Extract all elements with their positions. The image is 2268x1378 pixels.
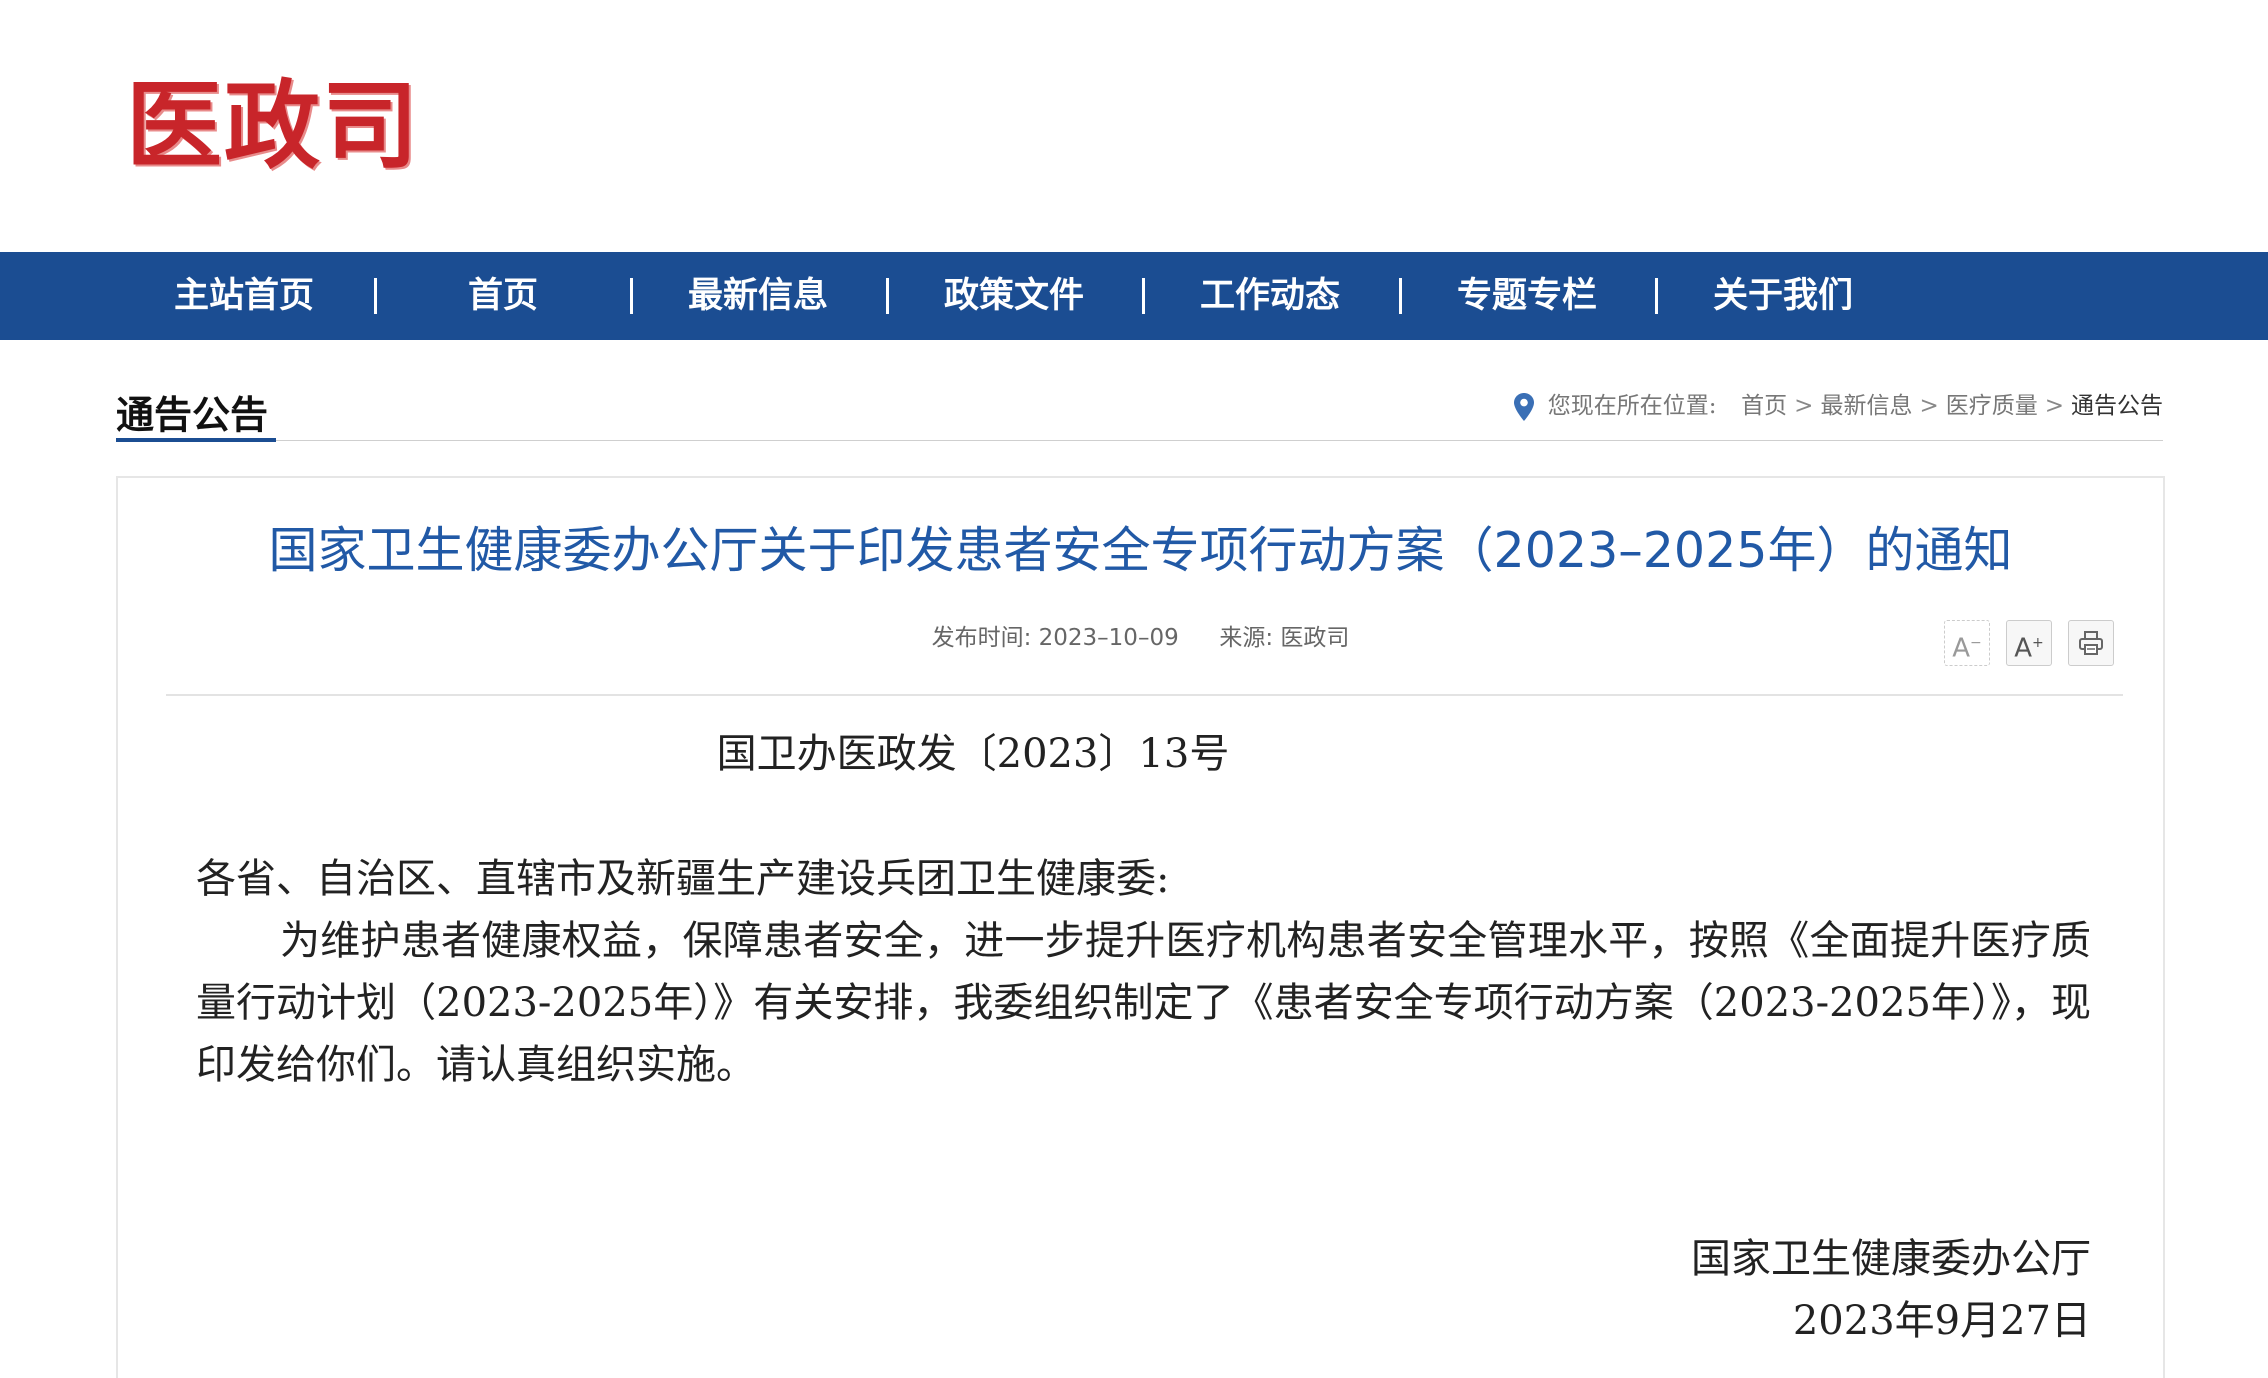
signature-block: 国家卫生健康委办公厅 2023年9月27日 (1691, 1228, 2091, 1352)
breadcrumb-separator: > (1919, 393, 1939, 419)
font-smaller-button[interactable]: A− (1944, 620, 1990, 666)
article-container: 国家卫生健康委办公厅关于印发患者安全专项行动方案（2023–2025年）的通知 … (116, 476, 2165, 1378)
section-title-underline (116, 438, 276, 442)
nav-item-latest-news[interactable]: 最新信息 (630, 252, 886, 340)
breadcrumb-latest-news[interactable]: 最新信息 (1820, 393, 1912, 419)
breadcrumb: 您现在所在位置: 首页 > 最新信息 > 医疗质量 > 通告公告 (1513, 386, 2163, 426)
article-body: 各省、自治区、直辖市及新疆生产建设兵团卫生健康委: 为维护患者健康权益，保障患者… (196, 848, 2091, 1096)
publish-label: 发布时间: (931, 625, 1032, 651)
body-paragraph: 为维护患者健康权益，保障患者安全，进一步提升医疗机构患者安全管理水平，按照《全面… (196, 918, 2091, 1088)
document-number: 国卫办医政发〔2023〕13号 (716, 731, 1230, 777)
breadcrumb-separator: > (2044, 393, 2064, 419)
section-title: 通告公告 (116, 393, 269, 437)
nav-item-main-site-home[interactable]: 主站首页 (116, 252, 372, 340)
breadcrumb-separator: > (1794, 393, 1814, 419)
breadcrumb-medical-quality[interactable]: 医疗质量 (1946, 393, 2038, 419)
font-larger-label: A (2014, 633, 2033, 664)
publish-date: 2023–10–09 (1038, 625, 1179, 651)
breadcrumb-prefix: 您现在所在位置: (1547, 393, 1717, 419)
minus-icon: − (1970, 635, 1982, 651)
font-smaller-label: A (1952, 633, 1971, 664)
breadcrumb-announcements[interactable]: 通告公告 (2071, 393, 2163, 419)
nav-item-special-topics[interactable]: 专题专栏 (1399, 252, 1655, 340)
salutation: 各省、自治区、直辖市及新疆生产建设兵团卫生健康委: (196, 856, 1170, 902)
printer-icon (2079, 631, 2103, 655)
article-meta: 发布时间: 2023–10–09 来源: 医政司 (118, 620, 2163, 656)
nav-item-home[interactable]: 首页 (375, 252, 631, 340)
source-label: 来源: (1219, 625, 1274, 651)
location-pin-icon (1513, 393, 1534, 421)
section-divider (116, 440, 2163, 441)
nav-item-about-us[interactable]: 关于我们 (1655, 252, 1911, 340)
breadcrumb-home[interactable]: 首页 (1741, 393, 1787, 419)
meta-divider (166, 694, 2123, 696)
main-nav: 主站首页 首页 最新信息 政策文件 工作动态 专题专栏 关于我们 (0, 252, 2268, 340)
print-button[interactable] (2068, 620, 2114, 666)
nav-item-policy-documents[interactable]: 政策文件 (886, 252, 1142, 340)
site-logo[interactable]: 医政司 (126, 70, 420, 182)
signature-date: 2023年9月27日 (1792, 1298, 2091, 1344)
nav-item-work-updates[interactable]: 工作动态 (1142, 252, 1398, 340)
font-larger-button[interactable]: A+ (2006, 620, 2052, 666)
article-title: 国家卫生健康委办公厅关于印发患者安全专项行动方案（2023–2025年）的通知 (268, 522, 2013, 579)
source-value: 医政司 (1280, 625, 1350, 651)
signature-org: 国家卫生健康委办公厅 (1691, 1236, 2091, 1282)
plus-icon: + (2032, 635, 2044, 651)
